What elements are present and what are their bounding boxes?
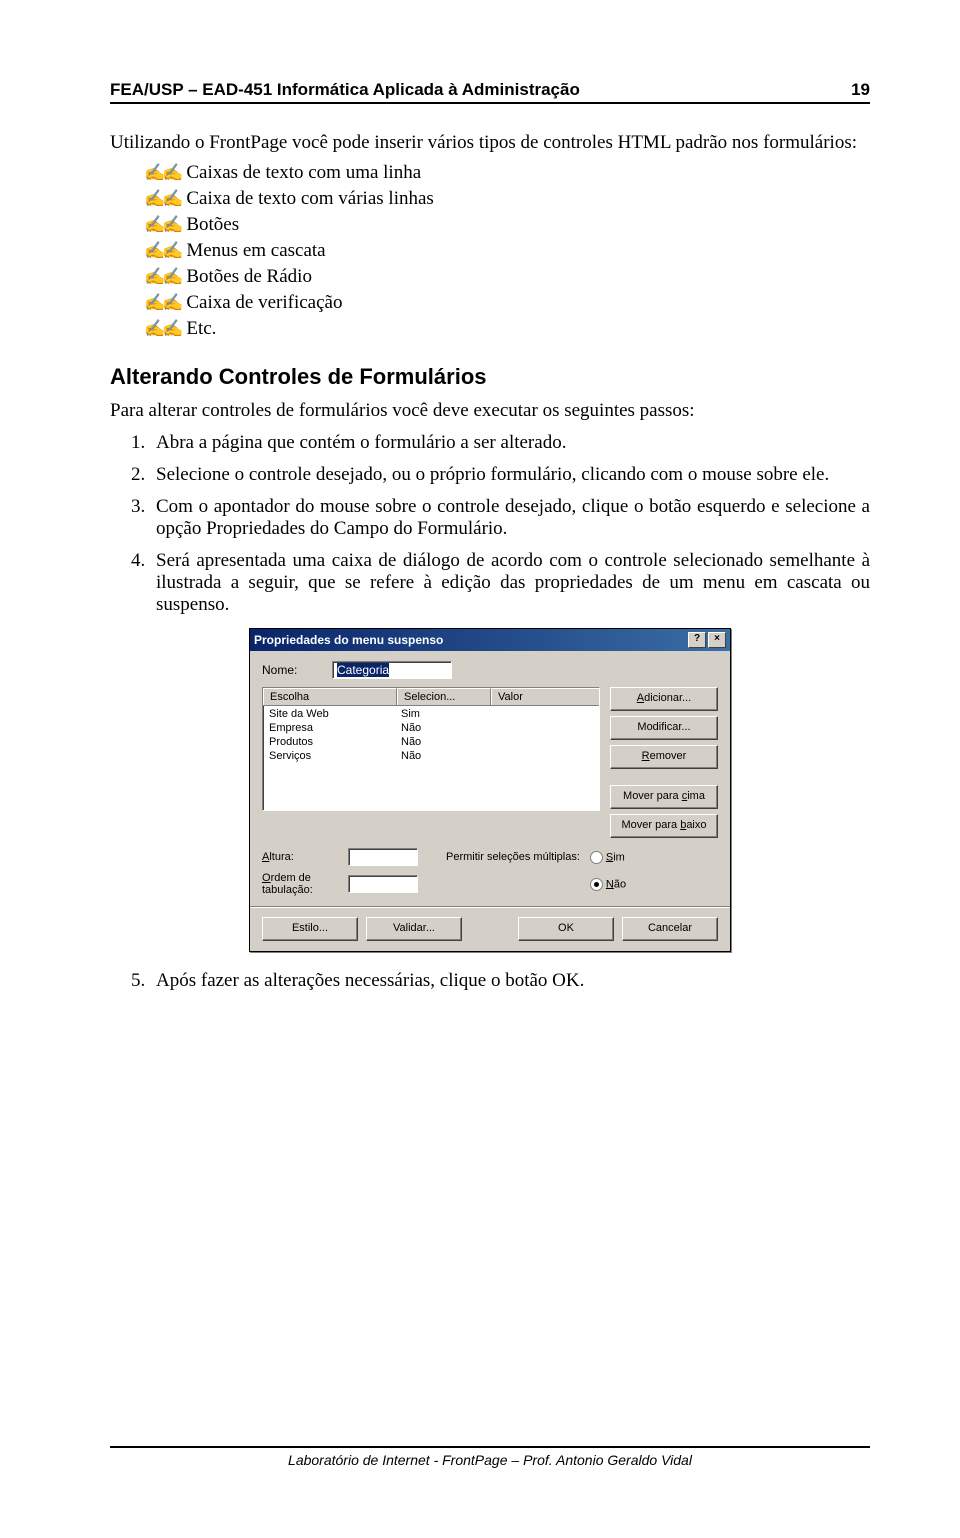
header-left: FEA/USP – EAD-451 Informática Aplicada à… <box>110 80 580 100</box>
list-row[interactable]: EmpresaNão <box>263 721 599 735</box>
intro-paragraph: Utilizando o FrontPage você pode inserir… <box>110 132 870 154</box>
ok-button[interactable]: OK <box>518 917 614 941</box>
dialog-title: Propriedades do menu suspenso <box>254 633 443 647</box>
list-item: Caixa de texto com várias linhas <box>144 188 870 210</box>
control-types-list: Caixas de texto com uma linha Caixa de t… <box>110 162 870 340</box>
col-valor: Valor <box>491 688 599 705</box>
step-item: Abra a página que contém o formulário a … <box>150 432 870 454</box>
help-icon[interactable]: ? <box>688 632 706 648</box>
step-item: Será apresentada uma caixa de diálogo de… <box>150 550 870 616</box>
move-down-button[interactable]: Mover para baixo <box>610 814 718 838</box>
list-item: Caixa de verificação <box>144 292 870 314</box>
steps-list-cont: Após fazer as alterações necessárias, cl… <box>110 970 870 992</box>
height-label: Altura: <box>262 851 340 863</box>
options-listbox[interactable]: Escolha Selecion... Valor Site da WebSim… <box>262 687 600 811</box>
multiple-label: Permitir seleções múltiplas: <box>446 851 580 863</box>
page-number: 19 <box>851 80 870 100</box>
radio-no[interactable]: Não <box>590 878 626 891</box>
move-up-button[interactable]: Mover para cima <box>610 785 718 809</box>
height-input[interactable] <box>348 848 418 866</box>
step-item: Com o apontador do mouse sobre o control… <box>150 496 870 540</box>
list-item: Menus em cascata <box>144 240 870 262</box>
list-row[interactable]: ServiçosNão <box>263 749 599 763</box>
list-item: Etc. <box>144 318 870 340</box>
remove-button[interactable]: Remover <box>610 745 718 769</box>
step-item: Selecione o controle desejado, ou o próp… <box>150 464 870 486</box>
dialog-titlebar: Propriedades do menu suspenso ? × <box>250 629 730 651</box>
taborder-label: Ordem detabulação: <box>262 872 340 896</box>
col-escolha: Escolha <box>263 688 397 705</box>
radio-yes[interactable]: Sim <box>590 851 625 864</box>
cancel-button[interactable]: Cancelar <box>622 917 718 941</box>
section-intro: Para alterar controles de formulários vo… <box>110 400 870 422</box>
steps-list: Abra a página que contém o formulário a … <box>110 432 870 616</box>
add-button[interactable]: Adicionar... <box>610 687 718 711</box>
list-header: Escolha Selecion... Valor <box>263 688 599 706</box>
properties-dialog: Propriedades do menu suspenso ? × Nome: … <box>249 628 731 952</box>
close-icon[interactable]: × <box>708 632 726 648</box>
step-item: Após fazer as alterações necessárias, cl… <box>150 970 870 992</box>
modify-button[interactable]: Modificar... <box>610 716 718 740</box>
list-row[interactable]: ProdutosNão <box>263 735 599 749</box>
section-heading: Alterando Controles de Formulários <box>110 364 870 390</box>
list-row[interactable]: Site da WebSim <box>263 707 599 721</box>
taborder-input[interactable] <box>348 875 418 893</box>
col-selecionado: Selecion... <box>397 688 491 705</box>
page-footer: Laboratório de Internet - FrontPage – Pr… <box>110 1446 870 1468</box>
list-item: Caixas de texto com uma linha <box>144 162 870 184</box>
name-label: Nome: <box>262 663 332 677</box>
list-item: Botões de Rádio <box>144 266 870 288</box>
style-button[interactable]: Estilo... <box>262 917 358 941</box>
list-item: Botões <box>144 214 870 236</box>
validate-button[interactable]: Validar... <box>366 917 462 941</box>
name-input[interactable]: Categoria <box>332 661 452 679</box>
page-header: FEA/USP – EAD-451 Informática Aplicada à… <box>110 80 870 104</box>
